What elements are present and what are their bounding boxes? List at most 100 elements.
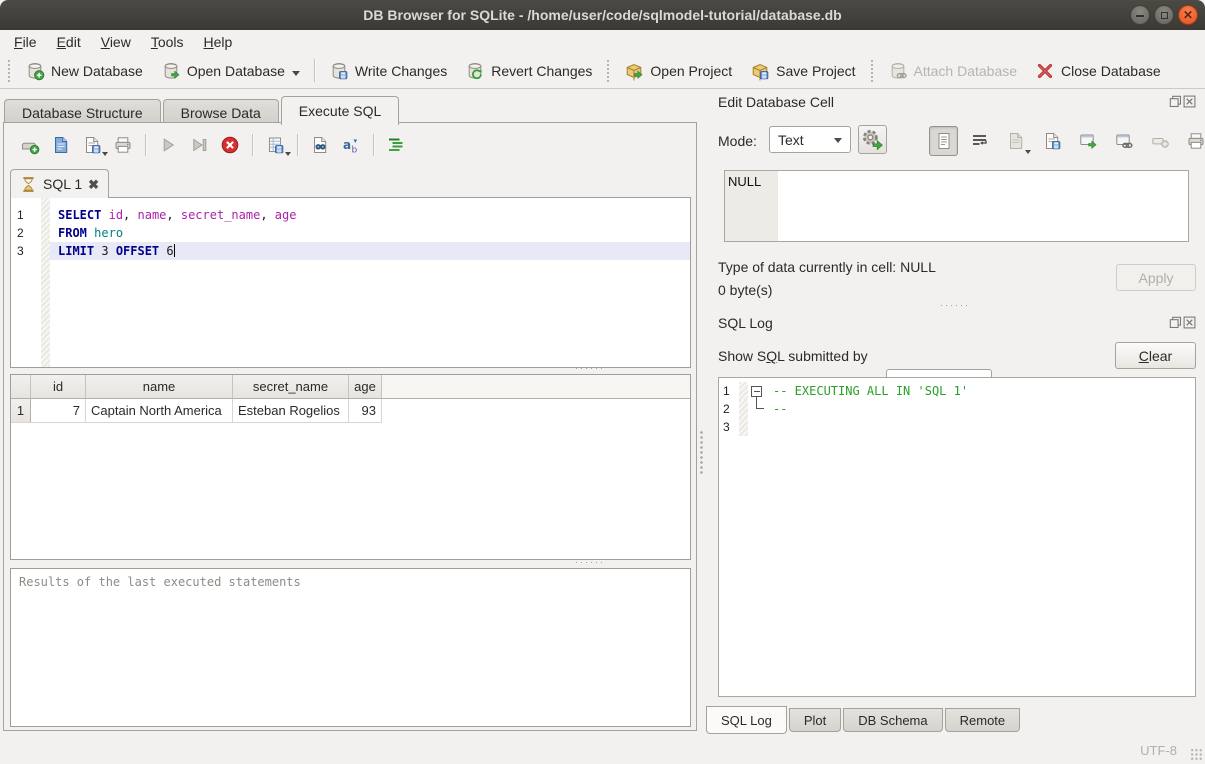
write-changes-button[interactable]: Write Changes	[320, 58, 456, 84]
float-icon[interactable]	[1169, 95, 1182, 108]
find-icon	[310, 135, 330, 155]
close-button[interactable]: ✕	[1178, 5, 1198, 25]
dropdown-caret-icon[interactable]	[102, 152, 108, 159]
toolbar-handle[interactable]	[606, 59, 610, 82]
open-database-button[interactable]: Open Database	[152, 58, 309, 84]
cell-editor-toolbar	[929, 126, 1205, 156]
resize-grip[interactable]	[1190, 748, 1203, 761]
tab-execute-sql[interactable]: Execute SQL	[281, 96, 400, 125]
print-button[interactable]	[109, 133, 137, 157]
toolbar-label: Open Project	[650, 63, 732, 79]
menu-view[interactable]: View	[91, 32, 141, 52]
autocomplete-icon: ab	[341, 135, 361, 155]
results-table-header[interactable]: idnamesecret_nameage	[11, 375, 690, 399]
log-line[interactable]: 2--	[719, 400, 1195, 418]
revert-changes-icon	[465, 61, 485, 81]
menu-edit[interactable]: Edit	[47, 32, 91, 52]
menu-tools[interactable]: Tools	[141, 32, 194, 52]
dropdown-caret-icon	[1025, 150, 1031, 157]
print-cell-button[interactable]	[1181, 126, 1205, 156]
import-data-button[interactable]	[1001, 126, 1030, 156]
menu-help[interactable]: Help	[194, 32, 243, 52]
dropdown-caret-icon[interactable]	[292, 71, 300, 80]
panel-splitter-handle[interactable]	[699, 430, 704, 474]
clear-log-button[interactable]: Clear	[1115, 342, 1196, 369]
sql-log-window-buttons	[1169, 316, 1196, 329]
title-bar[interactable]: DB Browser for SQLite - /home/user/code/…	[0, 0, 1205, 30]
table-cell[interactable]: 7	[31, 399, 86, 423]
fold-marker-icon[interactable]	[751, 386, 762, 397]
line-number: 3	[719, 418, 739, 436]
splitter-handle[interactable]: ······	[575, 366, 605, 371]
apply-button[interactable]: Apply	[1116, 264, 1196, 291]
autocomplete-button[interactable]: ab	[337, 133, 365, 157]
set-null-button[interactable]	[1145, 126, 1174, 156]
close-database-button[interactable]: Close Database	[1026, 58, 1170, 84]
close-icon[interactable]	[1183, 316, 1196, 329]
toolbar-handle[interactable]	[7, 59, 11, 82]
text-mode-button[interactable]	[929, 126, 958, 156]
export-data-button[interactable]	[1037, 126, 1066, 156]
editor-code-area[interactable]: SELECT id, name, secret_name, ageFROM he…	[50, 198, 690, 367]
column-header-name[interactable]: name	[86, 375, 233, 399]
format-indent-button[interactable]	[382, 133, 410, 157]
query-results-table[interactable]: idnamesecret_nameage 17Captain North Ame…	[10, 374, 691, 560]
stop-button[interactable]	[216, 133, 244, 157]
toolbar-handle[interactable]	[870, 59, 874, 82]
editor-line[interactable]: SELECT id, name, secret_name, age	[50, 206, 690, 224]
close-icon[interactable]	[1183, 95, 1196, 108]
editor-line[interactable]: LIMIT 3 OFFSET 6	[50, 242, 690, 260]
execute-all-icon	[158, 135, 178, 155]
menu-file[interactable]: File	[4, 32, 47, 52]
maximize-button[interactable]	[1154, 5, 1174, 25]
column-header-secret-name[interactable]: secret_name	[233, 375, 349, 399]
svg-text:b: b	[352, 146, 358, 156]
dropdown-caret-icon[interactable]	[285, 152, 291, 159]
word-wrap-button[interactable]	[965, 126, 994, 156]
attach-database-button[interactable]: Attach Database	[879, 58, 1027, 84]
log-line[interactable]: 1-- EXECUTING ALL IN 'SQL 1'	[719, 382, 1195, 400]
close-sql-tab-icon[interactable]: ✖	[88, 178, 99, 191]
write-changes-icon	[329, 61, 349, 81]
dock-tab-db-schema[interactable]: DB Schema	[843, 708, 942, 732]
splitter-handle[interactable]: ······	[575, 560, 605, 565]
execution-status-pane[interactable]: Results of the last executed statements	[10, 568, 691, 727]
sql-document-tab[interactable]: SQL 1 ✖	[10, 169, 109, 198]
float-icon[interactable]	[1169, 316, 1182, 329]
table-cell[interactable]: 93	[349, 399, 382, 423]
new-database-button[interactable]: New Database	[16, 58, 152, 84]
dock-tab-remote[interactable]: Remote	[945, 708, 1021, 732]
cell-mode-select[interactable]: Text	[769, 126, 851, 153]
execute-line-button[interactable]	[185, 133, 213, 157]
revert-changes-button[interactable]: Revert Changes	[456, 58, 601, 84]
save-sql-file-button[interactable]	[78, 133, 106, 157]
export-results-button[interactable]	[261, 133, 289, 157]
save-project-button[interactable]: Save Project	[741, 58, 864, 84]
open-external-button[interactable]	[1073, 126, 1102, 156]
find-button[interactable]	[306, 133, 334, 157]
table-cell[interactable]: Esteban Rogelios	[233, 399, 349, 423]
table-cell[interactable]: Captain North America	[86, 399, 233, 423]
open-sql-file-button[interactable]	[47, 133, 75, 157]
cell-text-area[interactable]	[778, 171, 1188, 241]
sql-editor[interactable]: 123 SELECT id, name, secret_name, ageFRO…	[10, 197, 691, 368]
results-table-body[interactable]: 17Captain North AmericaEsteban Rogelios9…	[11, 399, 690, 423]
dock-tab-sql-log[interactable]: SQL Log	[706, 706, 787, 734]
row-header[interactable]: 1	[11, 399, 31, 423]
open-project-button[interactable]: Open Project	[615, 58, 741, 84]
editor-line[interactable]: FROM hero	[50, 224, 690, 242]
column-header-age[interactable]: age	[349, 375, 382, 399]
column-header-id[interactable]: id	[31, 375, 86, 399]
copy-link-button[interactable]	[1109, 126, 1138, 156]
dock-tab-plot[interactable]: Plot	[789, 708, 841, 732]
cell-size-text: 0 byte(s)	[718, 282, 772, 298]
cell-value-editor[interactable]: NULL	[724, 170, 1189, 242]
new-sql-tab-button[interactable]	[16, 133, 44, 157]
execute-all-button[interactable]	[154, 133, 182, 157]
auto-switch-mode-button[interactable]	[858, 125, 887, 154]
log-line[interactable]: 3	[719, 418, 1195, 436]
sql-log-view[interactable]: 1-- EXECUTING ALL IN 'SQL 1'2--3	[718, 377, 1196, 697]
table-row[interactable]: 17Captain North AmericaEsteban Rogelios9…	[11, 399, 690, 423]
dock-splitter-handle[interactable]: ······	[940, 303, 970, 308]
minimize-button[interactable]	[1130, 5, 1150, 25]
